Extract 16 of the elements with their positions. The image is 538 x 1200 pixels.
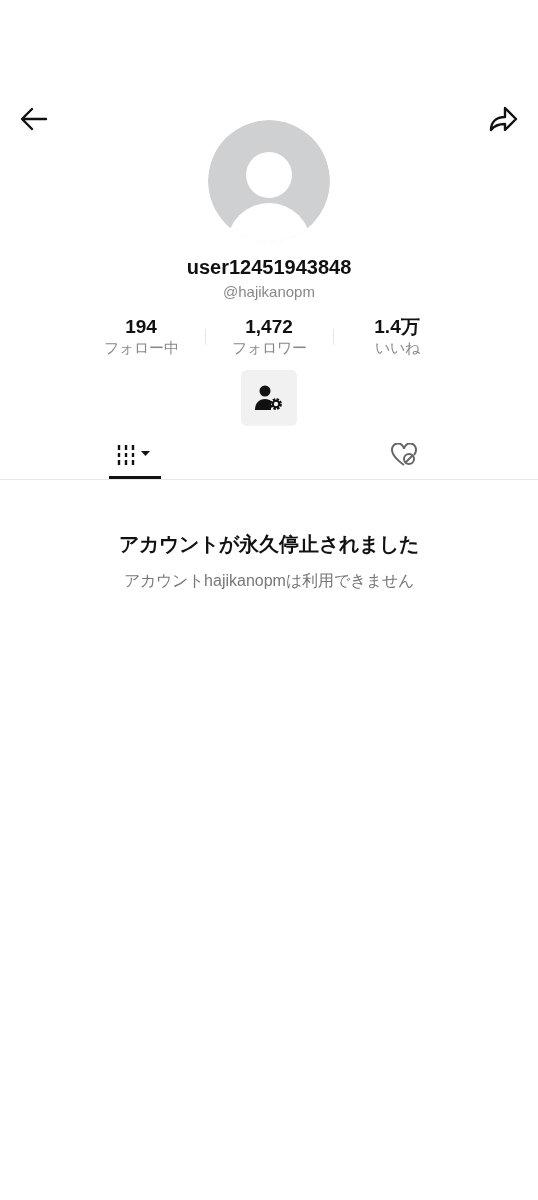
person-gear-icon [255,385,283,411]
username: user12451943848 [186,255,352,280]
video-grid-icon [116,444,153,466]
stat-label[interactable]: フォロワー [231,338,307,358]
back-icon[interactable] [20,107,48,131]
share-icon[interactable] [488,106,518,132]
profile-settings-button[interactable] [241,370,297,426]
stat-value: 1,472 [245,316,293,338]
stat-value: 1.4万 [374,316,420,338]
stat-value: 194 [125,316,157,338]
stat-label[interactable]: いいね [374,338,420,358]
user-handle: @hajikanopm [223,282,315,302]
notice-title: アカウントが永久停止されました [119,532,419,557]
notice-message: アカウントhajikanopmは利用できません [124,571,414,591]
stat-label[interactable]: フォロー中 [103,338,179,358]
hidden-heart-icon [389,443,418,467]
